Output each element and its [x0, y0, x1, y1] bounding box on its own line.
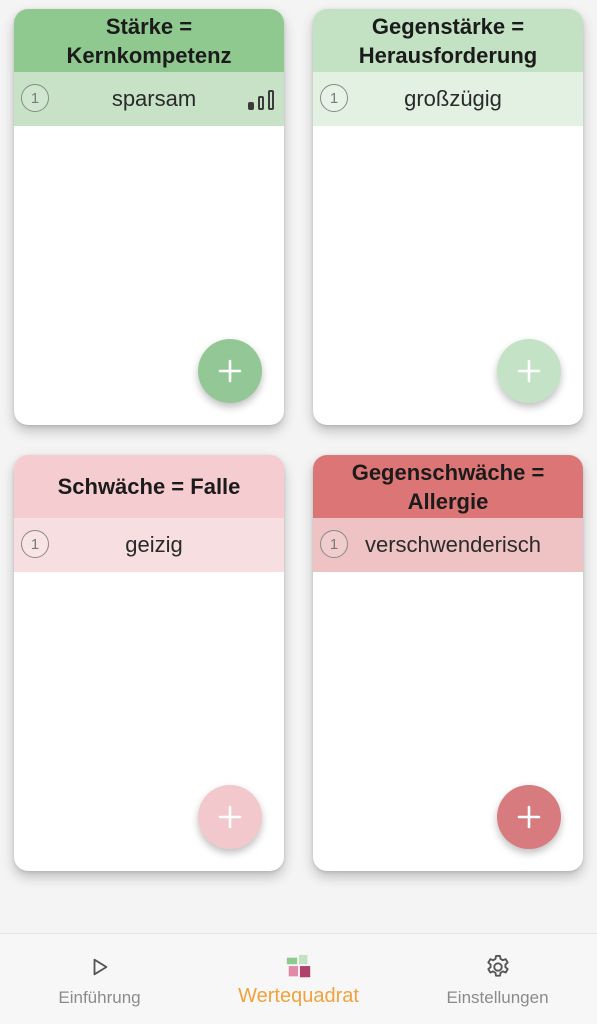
- quadrant-title-line2: Kernkompetenz: [66, 42, 232, 68]
- plus-icon: [218, 805, 242, 829]
- quadrant-weakness-title: Schwäche = Falle: [14, 455, 284, 518]
- value-row[interactable]: 1 geizig: [14, 518, 284, 572]
- value-row[interactable]: 1 verschwenderisch: [313, 518, 583, 572]
- value-row[interactable]: 1 großzügig: [313, 72, 583, 126]
- add-button[interactable]: [497, 785, 561, 849]
- plus-icon: [517, 805, 541, 829]
- value-text: großzügig: [404, 86, 502, 111]
- value-text: verschwenderisch: [364, 532, 542, 557]
- quadrant-counter-strength: Gegenstärke = Herausforderung 1 großzügi…: [313, 9, 583, 425]
- quadrant-counter-weakness: Gegenschwäche = Allergie 1 verschwenderi…: [313, 455, 583, 871]
- signal-strength-icon[interactable]: [248, 88, 276, 110]
- quadrant-weakness: Schwäche = Falle 1 geizig: [14, 455, 284, 871]
- quadrant-title-line1: Gegenstärke =: [371, 13, 525, 39]
- quadrant-title-line1: Stärke =: [105, 13, 193, 39]
- quadrant-title-line1: Gegenschwäche =: [351, 459, 545, 485]
- quadrant-title-line2: Herausforderung: [358, 42, 538, 68]
- add-button[interactable]: [198, 785, 262, 849]
- quadrant-title-line1: Schwäche = Falle: [57, 474, 241, 499]
- tab-label: Wertequadrat: [238, 985, 359, 1007]
- bottom-tab-bar: Einführung Wertequadrat Einstellungen: [0, 933, 597, 1024]
- add-button[interactable]: [497, 339, 561, 403]
- gear-icon: [483, 952, 513, 982]
- play-icon: [85, 952, 115, 982]
- rank-badge: 1: [21, 84, 49, 112]
- tab-einstellungen[interactable]: Einstellungen: [398, 934, 597, 1024]
- rank-badge: 1: [320, 84, 348, 112]
- tab-label: Einführung: [58, 988, 141, 1007]
- quadrant-title-line2: Allergie: [407, 488, 489, 514]
- quadrant-strength: Stärke = Kernkompetenz 1 sparsam: [14, 9, 284, 425]
- quadrant-counter-weakness-title: Gegenschwäche = Allergie: [313, 455, 583, 518]
- tab-wertequadrat[interactable]: Wertequadrat: [199, 934, 398, 1024]
- quadrant-counter-strength-title: Gegenstärke = Herausforderung: [313, 9, 583, 72]
- plus-icon: [218, 359, 242, 383]
- tab-label: Einstellungen: [446, 988, 549, 1007]
- value-row[interactable]: 1 sparsam: [14, 72, 284, 126]
- rank-badge: 1: [320, 530, 348, 558]
- plus-icon: [517, 359, 541, 383]
- value-text: geizig: [125, 532, 183, 557]
- quadrant-strength-title: Stärke = Kernkompetenz: [14, 9, 284, 72]
- value-text: sparsam: [111, 86, 197, 111]
- add-button[interactable]: [198, 339, 262, 403]
- rank-badge: 1: [21, 530, 49, 558]
- wertequadrat-icon: [284, 952, 314, 982]
- tab-einfuehrung[interactable]: Einführung: [0, 934, 199, 1024]
